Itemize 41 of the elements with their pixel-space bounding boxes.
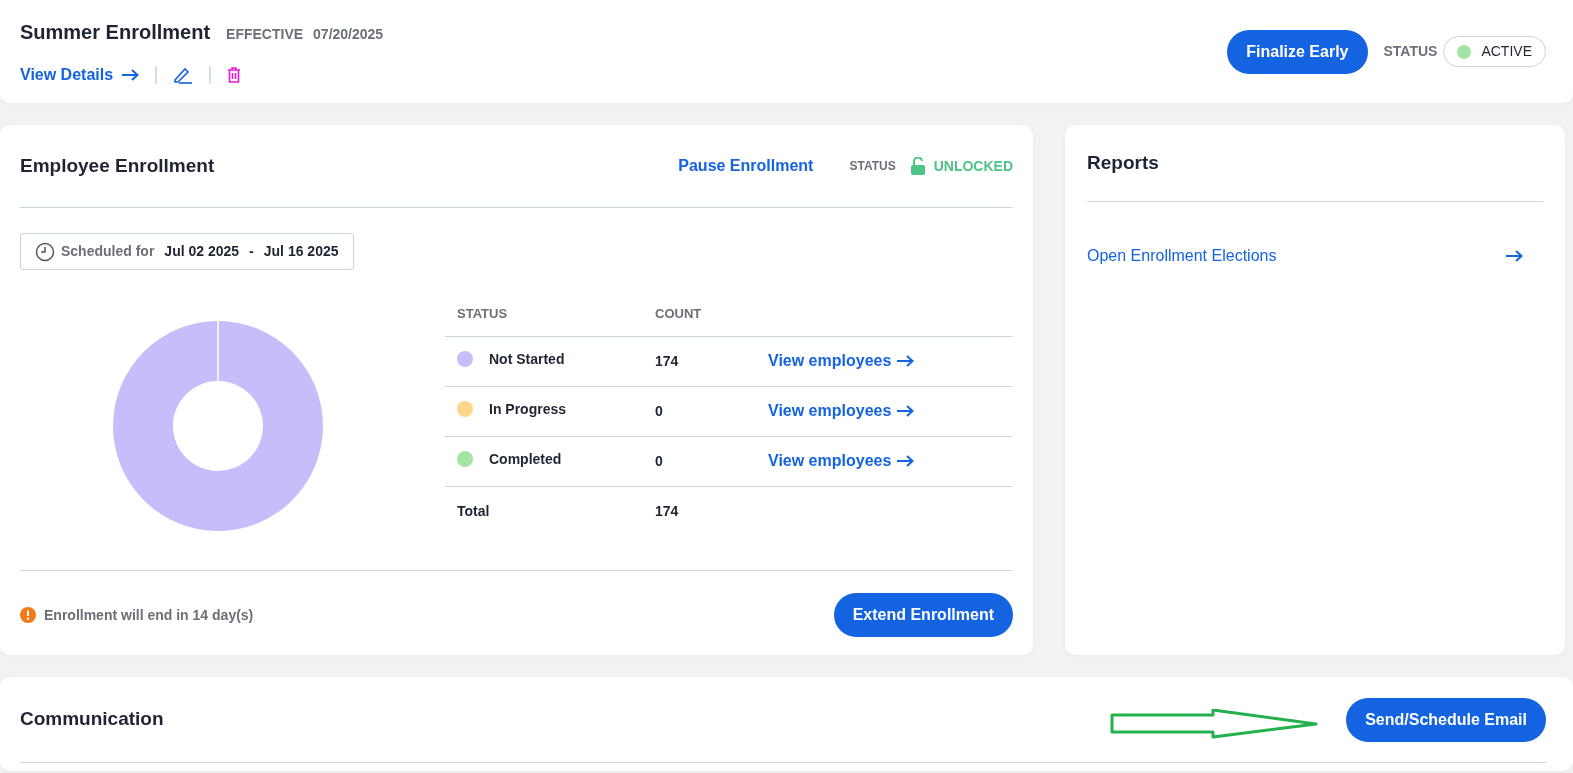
- view-details-link[interactable]: View Details: [20, 62, 140, 87]
- section-title: Communication: [20, 707, 164, 732]
- section-title: Employee Enrollment: [20, 153, 216, 178]
- finalize-early-button[interactable]: Finalize Early: [1227, 29, 1368, 74]
- table-cell-text: Completed: [489, 449, 562, 469]
- arrow-icon: [121, 68, 140, 81]
- status-dot: [1457, 44, 1472, 59]
- arrow-icon: [895, 355, 916, 367]
- extend-enrollment-button[interactable]: Extend Enrollment: [833, 593, 1013, 637]
- lock-icon: [909, 157, 926, 175]
- section-title: Reports: [1087, 150, 1159, 175]
- column-header: COUNT: [643, 304, 756, 336]
- trash-icon[interactable]: [227, 66, 242, 83]
- status-label: STATUS: [849, 158, 896, 175]
- arrow-icon: [895, 405, 916, 417]
- view-employees-link[interactable]: View employees: [768, 399, 916, 423]
- table-cell: 0: [655, 402, 663, 419]
- effective-label: EFFECTIVE: [226, 24, 304, 44]
- report-link[interactable]: Open Enrollment Elections: [1087, 244, 1543, 268]
- notice-text: Enrollment will end in 14 day(s): [44, 605, 254, 625]
- table-cell: 174: [655, 502, 679, 519]
- send-email-button[interactable]: Send/Schedule Email: [1346, 697, 1546, 742]
- arrow-icon: [1505, 250, 1523, 262]
- table-cell: Total: [457, 502, 490, 519]
- clock-icon: [35, 241, 55, 262]
- lock-status: UNLOCKED: [933, 156, 1013, 176]
- schedule-box: Scheduled for Jul 02 2025 - Jul 16 2025: [20, 233, 354, 270]
- arrow-icon: [895, 455, 916, 467]
- table-cell: 0: [655, 452, 663, 469]
- edit-icon[interactable]: [173, 65, 194, 84]
- warning-icon: [20, 607, 36, 623]
- view-employees-link[interactable]: View employees: [768, 349, 916, 373]
- table-cell: 174: [655, 352, 679, 369]
- effective-date: 07/20/2025: [313, 24, 384, 44]
- view-employees-link[interactable]: View employees: [768, 449, 916, 473]
- table-cell-text: In Progress: [489, 399, 567, 419]
- enrollment-title: Summer Enrollment: [20, 19, 211, 45]
- status-label: STATUS: [1383, 42, 1438, 61]
- column-header: STATUS: [445, 304, 643, 336]
- pause-enrollment-link[interactable]: Pause Enrollment: [678, 154, 814, 178]
- table-cell-text: Not Started: [489, 349, 565, 369]
